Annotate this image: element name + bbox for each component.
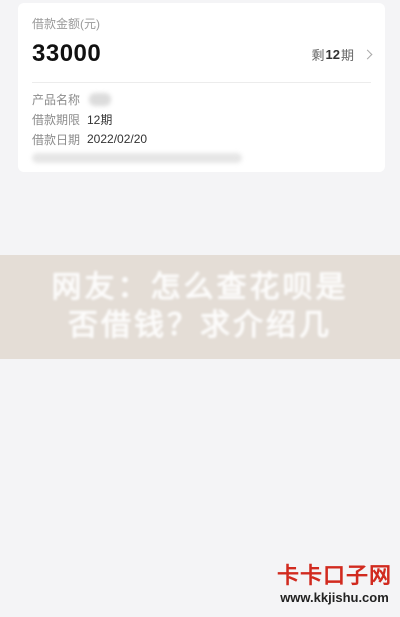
watermark-url: www.kkjishu.com bbox=[280, 590, 389, 605]
amount-row: 33000 剩 12 期 bbox=[32, 40, 373, 68]
detail-row-product: 产品名称 bbox=[32, 89, 371, 109]
detail-key: 借款日期 bbox=[32, 132, 81, 147]
watermark-logo: 卡卡口子网 bbox=[276, 563, 392, 589]
remaining-suffix: 期 bbox=[340, 47, 354, 63]
divider bbox=[32, 82, 371, 83]
loan-card[interactable]: 借款金额(元) 33000 剩 12 期 产品名称 借款期限 12期 借款日期 … bbox=[18, 3, 385, 172]
remaining-count: 12 bbox=[325, 46, 340, 62]
banner-line-2: 否借钱？求介绍几 bbox=[68, 308, 332, 343]
banner-line-1: 网友：怎么查花呗是 bbox=[51, 270, 349, 305]
remaining-periods-link[interactable]: 剩 12 期 bbox=[311, 45, 373, 64]
detail-row-term: 借款期限 12期 bbox=[32, 109, 371, 129]
detail-row-date: 借款日期 2022/02/20 bbox=[32, 129, 371, 149]
detail-key: 产品名称 bbox=[32, 92, 81, 107]
detail-value: 12期 bbox=[87, 112, 113, 127]
loan-amount: 33000 bbox=[32, 40, 102, 67]
detail-key: 借款期限 bbox=[32, 112, 81, 127]
overlay-banner: 网友：怎么查花呗是 否借钱？求介绍几 bbox=[0, 255, 400, 359]
watermark: 卡卡口子网 www.kkjishu.com bbox=[277, 558, 392, 605]
chevron-right-icon bbox=[362, 49, 373, 59]
detail-value: 2022/02/20 bbox=[87, 132, 148, 146]
amount-label: 借款金额(元) bbox=[32, 17, 100, 31]
redacted-line bbox=[32, 153, 242, 163]
redacted-product-name bbox=[89, 92, 111, 106]
loan-details: 产品名称 借款期限 12期 借款日期 2022/02/20 bbox=[32, 89, 371, 163]
remaining-prefix: 剩 bbox=[311, 47, 325, 63]
